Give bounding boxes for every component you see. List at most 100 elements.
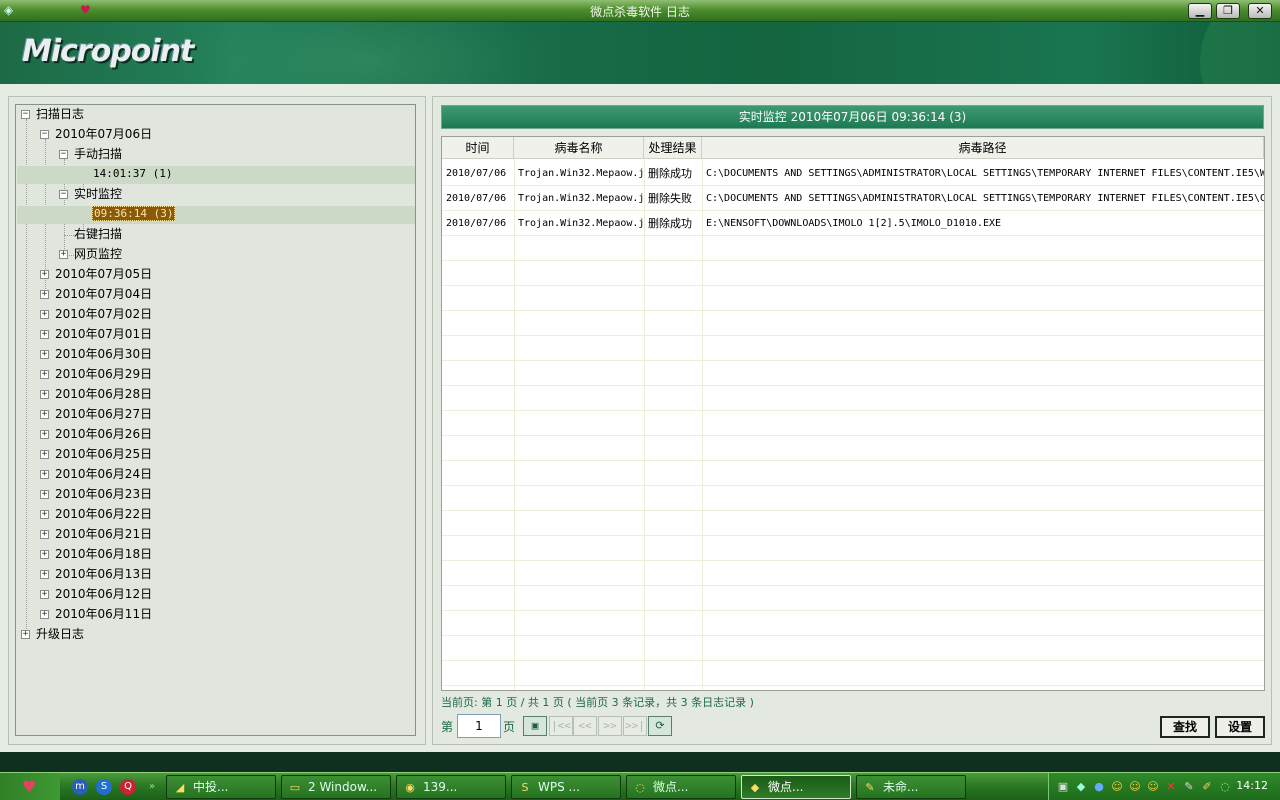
table-row[interactable] (442, 561, 1264, 586)
globe-icon[interactable]: ◌ (1217, 779, 1233, 795)
quicklaunch-icon[interactable]: m (72, 779, 88, 795)
tree-node-date[interactable]: 2010年06月26日 (55, 425, 152, 443)
expand-icon[interactable]: + (40, 590, 49, 599)
close-icon[interactable]: ✕ (1163, 779, 1179, 795)
taskbar-button[interactable]: ✎ 未命... (856, 775, 966, 799)
tree-node-upgrade-log[interactable]: 升级日志 (36, 625, 84, 643)
table-row[interactable]: 2010/07/06 Trojan.Win32.Mepaow.j 删除成功 C:\DO… (442, 161, 1264, 186)
expand-icon[interactable]: + (59, 250, 68, 259)
column-header-result[interactable]: 处理结果 (644, 137, 702, 159)
tree-node-realtime-entry-selected[interactable]: 09:36:14 (3) (92, 205, 176, 223)
tree-node-web-monitor[interactable]: 网页监控 (74, 245, 122, 263)
table-row[interactable] (442, 261, 1264, 286)
expand-icon[interactable]: + (40, 290, 49, 299)
tree-node-date[interactable]: 2010年07月01日 (55, 325, 152, 343)
table-row[interactable] (442, 586, 1264, 611)
table-row[interactable] (442, 461, 1264, 486)
chevron-right-icon[interactable]: » (144, 779, 160, 795)
table-row[interactable] (442, 286, 1264, 311)
expand-icon[interactable]: + (40, 410, 49, 419)
qq-icon[interactable]: ☺ (1127, 779, 1143, 795)
expand-icon[interactable]: + (40, 470, 49, 479)
pencil-icon[interactable]: ✐ (1199, 779, 1215, 795)
qq-icon[interactable]: ☺ (1109, 779, 1125, 795)
table-row[interactable] (442, 486, 1264, 511)
column-header-time[interactable]: 时间 (442, 137, 514, 159)
tree-node-manual-entry[interactable]: 14:01:37 (1) (93, 165, 172, 183)
tree-node-date[interactable]: 2010年06月25日 (55, 445, 152, 463)
expand-icon[interactable]: + (40, 570, 49, 579)
collapse-icon[interactable]: − (21, 110, 30, 119)
tree-node-date[interactable]: 2010年06月13日 (55, 565, 152, 583)
collapse-icon[interactable]: − (59, 150, 68, 159)
expand-icon[interactable]: + (40, 530, 49, 539)
table-row[interactable]: 2010/07/06 Trojan.Win32.Mepaow.j 删除成功 E:\NE… (442, 211, 1264, 236)
tree-node-date[interactable]: 2010年06月11日 (55, 605, 152, 623)
table-row[interactable]: 2010/07/06 Trojan.Win32.Mepaow.j 删除失败 C:\DO… (442, 186, 1264, 211)
qq-icon[interactable]: Q (120, 779, 136, 795)
taskbar-button[interactable]: ◢ 中投... (166, 775, 276, 799)
expand-icon[interactable]: + (40, 430, 49, 439)
expand-icon[interactable]: + (40, 490, 49, 499)
refresh-icon[interactable]: ⟳ (648, 716, 672, 736)
prev-page-button[interactable]: << (573, 716, 597, 736)
expand-icon[interactable]: + (40, 390, 49, 399)
table-row[interactable] (442, 511, 1264, 536)
table-row[interactable] (442, 611, 1264, 636)
last-page-button[interactable]: >>| (623, 716, 647, 736)
expand-icon[interactable]: + (40, 350, 49, 359)
page-number-input[interactable] (457, 714, 501, 738)
close-button[interactable]: ✕ (1248, 3, 1272, 19)
tree-node-date[interactable]: 2010年06月23日 (55, 485, 152, 503)
table-row[interactable] (442, 386, 1264, 411)
table-row[interactable] (442, 661, 1264, 686)
expand-icon[interactable]: + (40, 610, 49, 619)
expand-icon[interactable]: + (40, 370, 49, 379)
column-header-virus-name[interactable]: 病毒名称 (514, 137, 644, 159)
tree-node-date[interactable]: 2010年07月04日 (55, 285, 152, 303)
tree-node-date[interactable]: 2010年06月24日 (55, 465, 152, 483)
minimize-button[interactable]: ▁ (1188, 3, 1212, 19)
table-row[interactable] (442, 536, 1264, 561)
find-button[interactable]: 查找 (1160, 716, 1210, 738)
taskbar-button[interactable]: ▭ 2 Window... (281, 775, 391, 799)
expand-icon[interactable]: + (40, 270, 49, 279)
tree-node-date[interactable]: 2010年07月06日 (55, 125, 152, 143)
tree-node-date[interactable]: 2010年06月12日 (55, 585, 152, 603)
clock[interactable]: 14:12 (1236, 779, 1268, 792)
tree-node-date[interactable]: 2010年06月21日 (55, 525, 152, 543)
lock-icon[interactable]: ▣ (1055, 779, 1071, 795)
taskbar-button[interactable]: ◉ 139... (396, 775, 506, 799)
tree-node-date[interactable]: 2010年06月29日 (55, 365, 152, 383)
expand-icon[interactable]: + (40, 510, 49, 519)
taskbar-button[interactable]: ◆ 微点... (741, 775, 851, 799)
taskbar-button[interactable]: ◌ 微点... (626, 775, 736, 799)
shield-icon[interactable]: ◆ (1073, 779, 1089, 795)
tool-icon[interactable]: ✎ (1181, 779, 1197, 795)
tree-node-date[interactable]: 2010年06月28日 (55, 385, 152, 403)
expand-icon[interactable]: + (40, 550, 49, 559)
tree-node-scan-log[interactable]: 扫描日志 (36, 105, 84, 123)
collapse-icon[interactable]: − (40, 130, 49, 139)
expand-icon[interactable]: + (40, 330, 49, 339)
network-icon[interactable]: ● (1091, 779, 1107, 795)
table-row[interactable] (442, 636, 1264, 661)
quicklaunch-icon[interactable]: S (96, 779, 112, 795)
tree-node-date[interactable]: 2010年06月18日 (55, 545, 152, 563)
tree-node-date[interactable]: 2010年06月27日 (55, 405, 152, 423)
next-page-button[interactable]: >> (598, 716, 622, 736)
tree-node-manual-scan[interactable]: 手动扫描 (74, 145, 122, 163)
expand-icon[interactable]: + (40, 450, 49, 459)
table-row[interactable] (442, 311, 1264, 336)
first-page-button[interactable]: |<< (549, 716, 573, 736)
save-icon[interactable]: ▣ (523, 716, 547, 736)
table-row[interactable] (442, 336, 1264, 361)
qq-icon[interactable]: ☺ (1145, 779, 1161, 795)
tree-node-date[interactable]: 2010年07月02日 (55, 305, 152, 323)
table-row[interactable] (442, 411, 1264, 436)
tree-node-date[interactable]: 2010年07月05日 (55, 265, 152, 283)
start-button[interactable]: ♥ (0, 773, 60, 800)
restore-button[interactable]: ❐ (1216, 3, 1240, 19)
settings-button[interactable]: 设置 (1215, 716, 1265, 738)
table-row[interactable] (442, 361, 1264, 386)
